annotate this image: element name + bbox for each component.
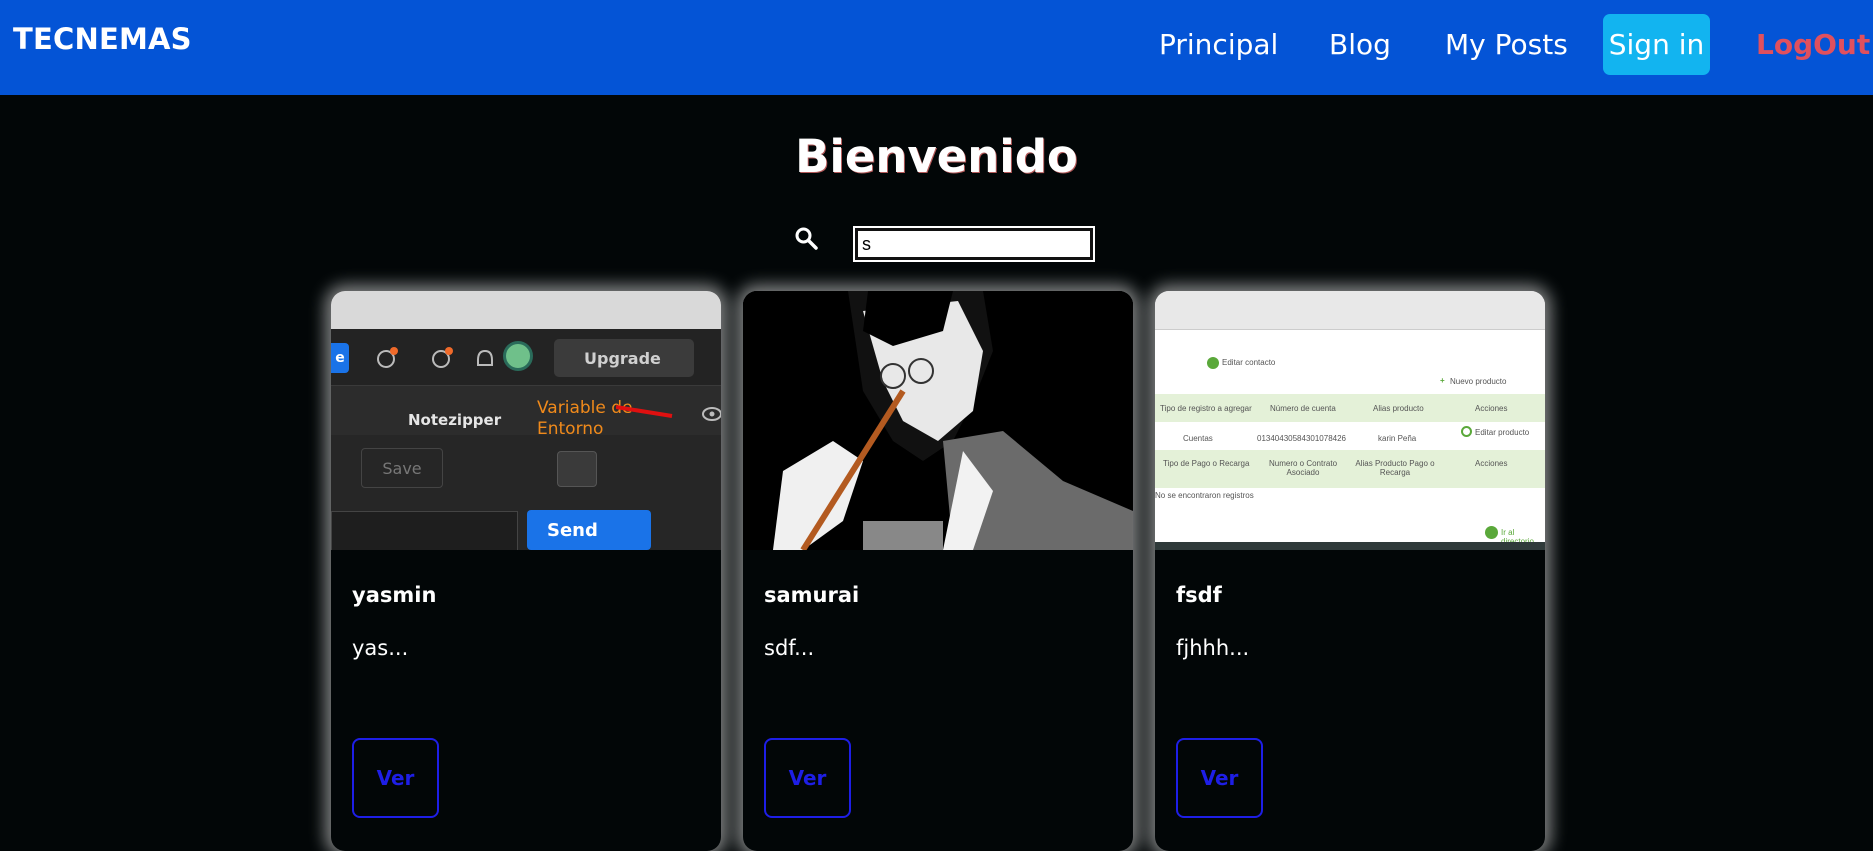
- navbar: TECNEMAS Principal Blog My Posts Sign in…: [0, 0, 1873, 95]
- table1-cell: 01340430584301078426: [1257, 434, 1346, 443]
- save-button: Save: [361, 448, 443, 488]
- card-image: [743, 291, 1133, 550]
- table1-header-cell: Tipo de registro a agregar: [1160, 404, 1252, 413]
- table1-header-cell: Alias producto: [1373, 404, 1424, 413]
- post-card-samurai: samurai sdf... Ver: [743, 291, 1133, 851]
- post-card-fsdf: Editar contacto + Nuevo producto Tipo de…: [1155, 291, 1545, 851]
- nav-link-blog[interactable]: Blog: [1329, 28, 1391, 61]
- send-button: Send: [527, 510, 651, 550]
- card-excerpt: fjhhh...: [1176, 636, 1250, 660]
- screenshot-titlebar: [331, 291, 721, 329]
- card-image: e Upgrade Notezipper Variable de Entorno…: [331, 291, 721, 550]
- ver-button[interactable]: Ver: [1176, 738, 1263, 818]
- arrow-right-icon: [1485, 526, 1498, 539]
- card-title: yasmin: [352, 583, 437, 607]
- logout-link[interactable]: LogOut: [1756, 28, 1870, 61]
- search-icon[interactable]: [794, 226, 818, 250]
- pencil-icon: [557, 451, 597, 487]
- table1-header-cell: Acciones: [1475, 404, 1508, 413]
- table1-header-cell: Número de cuenta: [1270, 404, 1336, 413]
- page-title: Bienvenido: [795, 130, 1078, 183]
- table1-cell: karin Peña: [1378, 434, 1417, 443]
- card-excerpt: yas...: [352, 636, 409, 660]
- collection-name: Notezipper: [408, 411, 502, 429]
- send-label: Send: [547, 519, 598, 541]
- edit-product-icon: [1461, 426, 1472, 437]
- ver-button[interactable]: Ver: [352, 738, 439, 818]
- post-card-yasmin: e Upgrade Notezipper Variable de Entorno…: [331, 291, 721, 851]
- upgrade-button: Upgrade: [554, 339, 694, 377]
- plus-icon: +: [1440, 376, 1445, 385]
- samurai-illustration: [743, 291, 1133, 550]
- screenshot-side-tab: e: [331, 343, 349, 373]
- eye-icon: [616, 405, 721, 421]
- table1-cell: Editar producto: [1475, 428, 1530, 437]
- table1-cell: Cuentas: [1183, 434, 1213, 443]
- card-image: Editar contacto + Nuevo producto Tipo de…: [1155, 291, 1545, 550]
- search-input[interactable]: [853, 226, 1095, 262]
- table2-header-cell: Alias Producto Pago o Recarga: [1355, 459, 1435, 477]
- table2-header-cell: Numero o Contrato Asociado: [1268, 459, 1338, 477]
- edit-icon: [1207, 357, 1219, 369]
- nav-link-principal[interactable]: Principal: [1159, 28, 1278, 61]
- save-label: Save: [382, 458, 422, 478]
- card-title: samurai: [764, 583, 860, 607]
- card-excerpt: sdf...: [764, 636, 815, 660]
- toolbar-icons: [377, 347, 493, 368]
- screenshot-taskbar: [1155, 542, 1545, 550]
- table2-header-cell: Acciones: [1475, 459, 1508, 468]
- upgrade-label: Upgrade: [584, 348, 661, 368]
- card-title: fsdf: [1176, 583, 1222, 607]
- ver-button[interactable]: Ver: [764, 738, 851, 818]
- nav-link-my-posts[interactable]: My Posts: [1445, 28, 1568, 61]
- brand-logo[interactable]: TECNEMAS: [13, 22, 192, 56]
- new-product-link: Nuevo producto: [1450, 377, 1507, 386]
- edit-contact-link: Editar contacto: [1222, 358, 1276, 367]
- table2-header-cell: Tipo de Pago o Recarga: [1163, 459, 1250, 468]
- sign-in-button[interactable]: Sign in: [1603, 14, 1710, 75]
- avatar: [503, 341, 533, 371]
- url-field: [331, 511, 518, 550]
- screenshot-browser-bar: [1155, 291, 1545, 330]
- table2-header: [1155, 450, 1545, 488]
- empty-message: No se encontraron registros: [1155, 491, 1254, 500]
